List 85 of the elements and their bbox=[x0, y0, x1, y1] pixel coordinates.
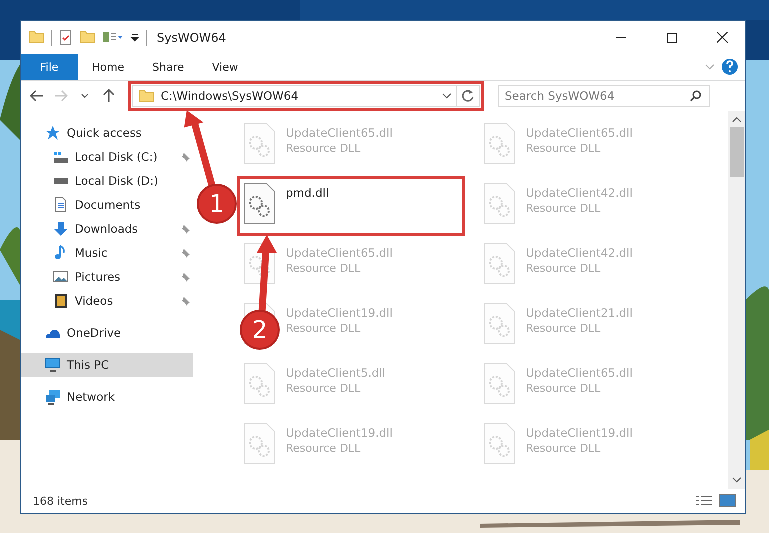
ribbon-tab[interactable]: Share bbox=[138, 54, 198, 80]
item-count: 168 items bbox=[33, 494, 90, 508]
network-icon bbox=[45, 389, 61, 405]
dll-file-icon bbox=[244, 363, 276, 405]
pin-icon[interactable] bbox=[181, 272, 191, 282]
file-type: Resource DLL bbox=[526, 322, 602, 335]
scrollbar-thumb[interactable] bbox=[730, 127, 744, 177]
sidebar-item[interactable]: OneDrive bbox=[21, 321, 193, 345]
up-arrow-icon[interactable] bbox=[103, 89, 115, 103]
search-field[interactable]: Search SysWOW64 bbox=[498, 85, 710, 107]
search-icon[interactable] bbox=[690, 90, 702, 102]
file-type: Resource DLL bbox=[286, 262, 362, 275]
properties-icon[interactable] bbox=[58, 30, 74, 46]
back-arrow-icon[interactable] bbox=[30, 90, 44, 102]
file-type: Resource DLL bbox=[286, 322, 362, 335]
file-name: UpdateClient65.dll bbox=[526, 126, 633, 140]
sidebar-item[interactable]: Videos bbox=[21, 289, 193, 313]
document-icon bbox=[53, 197, 69, 213]
scroll-down-icon[interactable] bbox=[732, 477, 742, 483]
dll-file-icon bbox=[244, 183, 276, 225]
file-type: Resource DLL bbox=[286, 142, 362, 155]
sidebar-item[interactable]: Music bbox=[21, 241, 193, 265]
sidebar-item[interactable]: Network bbox=[21, 385, 193, 409]
scroll-up-icon[interactable] bbox=[732, 117, 742, 123]
pin-icon[interactable] bbox=[181, 296, 191, 306]
file-type: Resource DLL bbox=[286, 382, 362, 395]
film-icon bbox=[53, 293, 69, 309]
ribbon-tab[interactable]: Home bbox=[78, 54, 138, 80]
file-name: UpdateClient19.dll bbox=[286, 306, 393, 320]
ribbon-tab[interactable]: File bbox=[21, 54, 78, 80]
folder-icon bbox=[139, 90, 155, 102]
scrollbar[interactable] bbox=[728, 111, 745, 489]
dll-file-icon bbox=[484, 363, 516, 405]
details-view-icon[interactable] bbox=[695, 496, 713, 506]
dropdown-caret-icon[interactable] bbox=[442, 93, 452, 99]
pictures-icon bbox=[53, 269, 69, 285]
file-name: UpdateClient65.dll bbox=[526, 366, 633, 380]
file-name: UpdateClient5.dll bbox=[286, 366, 386, 380]
file-name: UpdateClient19.dll bbox=[286, 426, 393, 440]
file-name: UpdateClient19.dll bbox=[526, 426, 633, 440]
dll-file-icon bbox=[244, 423, 276, 465]
close-icon[interactable] bbox=[717, 32, 728, 43]
file-type: Resource DLL bbox=[286, 442, 362, 455]
file-name: UpdateClient21.dll bbox=[526, 306, 633, 320]
file-name: UpdateClient65.dll bbox=[286, 246, 393, 260]
dll-file-icon bbox=[484, 423, 516, 465]
new-folder-icon bbox=[80, 31, 96, 44]
sidebar-item[interactable]: Documents bbox=[21, 193, 193, 217]
sidebar-item[interactable]: Downloads bbox=[21, 217, 193, 241]
chevron-down-icon[interactable] bbox=[81, 94, 89, 98]
file-type: Resource DLL bbox=[526, 442, 602, 455]
ribbon-tab[interactable]: View bbox=[198, 54, 252, 80]
star-icon bbox=[45, 125, 61, 141]
sidebar-item[interactable]: Local Disk (D:) bbox=[21, 169, 193, 193]
maximize-icon[interactable] bbox=[666, 32, 676, 42]
file-name: UpdateClient42.dll bbox=[526, 246, 633, 260]
file-type: Resource DLL bbox=[526, 382, 602, 395]
drive-icon bbox=[53, 150, 69, 164]
drive-icon bbox=[53, 178, 69, 184]
sidebar-item[interactable]: Quick access bbox=[21, 121, 193, 145]
pin-icon[interactable] bbox=[181, 248, 191, 258]
pin-icon[interactable] bbox=[181, 152, 191, 162]
file-type: Resource DLL bbox=[526, 262, 602, 275]
file-name: pmd.dll bbox=[286, 186, 330, 200]
dll-file-icon bbox=[484, 303, 516, 345]
computer-icon bbox=[45, 357, 61, 373]
refresh-icon[interactable] bbox=[461, 89, 475, 103]
download-arrow-icon bbox=[53, 221, 69, 237]
file-type: Resource DLL bbox=[526, 142, 602, 155]
window-title: SysWOW64 bbox=[157, 30, 226, 44]
dll-file-icon bbox=[484, 183, 516, 225]
dll-file-icon bbox=[484, 123, 516, 165]
file-type: Resource DLL bbox=[526, 202, 602, 215]
dll-file-icon bbox=[244, 123, 276, 165]
file-name: UpdateClient65.dll bbox=[286, 126, 393, 140]
folder-icon bbox=[29, 31, 45, 44]
pin-icon[interactable] bbox=[181, 224, 191, 234]
sidebar-item[interactable]: Pictures bbox=[21, 265, 193, 289]
sidebar-item[interactable]: Local Disk (C:) bbox=[21, 145, 193, 169]
minimize-icon[interactable] bbox=[616, 36, 626, 38]
dll-file-icon bbox=[484, 243, 516, 285]
large-icons-view-icon[interactable] bbox=[719, 494, 737, 508]
file-name: UpdateClient42.dll bbox=[526, 186, 633, 200]
file-item[interactable]: pmd.dll bbox=[240, 179, 462, 233]
sidebar-item[interactable]: This PC bbox=[21, 353, 193, 377]
